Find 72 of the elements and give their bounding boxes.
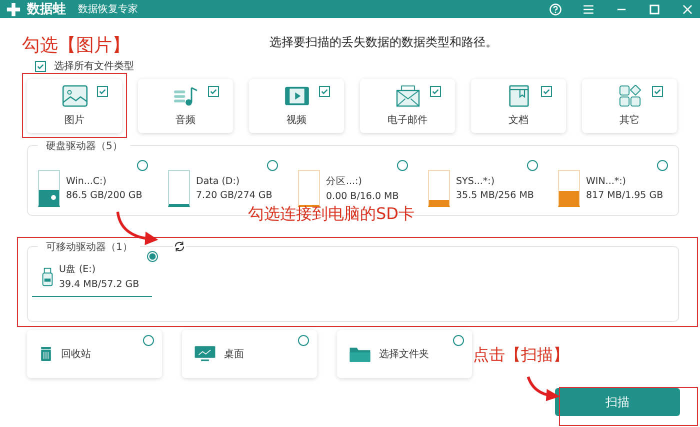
annotation-text: 点击【扫描】	[473, 345, 569, 366]
drive-radio[interactable]	[397, 160, 408, 171]
file-type-label: 电子邮件	[388, 114, 428, 127]
instruction-heading: 选择要扫描的丢失数据的数据类型和路径。	[270, 34, 498, 51]
file-type-label: 视频	[286, 114, 306, 127]
location-label: 桌面	[224, 348, 244, 361]
drive-usage: 7.20 GB/274 GB	[196, 190, 272, 201]
location-label: 选择文件夹	[379, 348, 429, 361]
file-type-checkbox[interactable]	[541, 86, 552, 97]
file-type-card[interactable]: 音频	[138, 79, 233, 133]
file-type-label: 其它	[620, 114, 640, 127]
grid-shapes-icon	[616, 85, 642, 107]
file-type-label: 图片	[64, 114, 84, 127]
maximize-icon[interactable]	[648, 2, 661, 16]
file-type-checkbox[interactable]	[97, 86, 108, 97]
drive-usage: 86.5 GB/200 GB	[66, 190, 142, 201]
drive-radio[interactable]	[147, 251, 158, 262]
file-type-card[interactable]: 视频	[249, 79, 344, 133]
drive-radio[interactable]	[657, 160, 668, 171]
file-type-checkbox[interactable]	[208, 86, 219, 97]
location-label: 回收站	[61, 348, 91, 361]
usb-stick-icon	[42, 266, 53, 286]
refresh-icon[interactable]	[173, 240, 186, 253]
film-icon	[284, 85, 310, 107]
drive-name: Data (D:)	[196, 176, 241, 187]
file-type-card[interactable]: 文档	[471, 79, 566, 133]
usb-drive-item[interactable]: U盘 (E:) 39.4 MB/57.2 GB	[32, 263, 152, 297]
drive-name: 分区...:)	[326, 175, 363, 188]
file-type-checkbox[interactable]	[652, 86, 663, 97]
music-note-icon	[172, 85, 198, 107]
drive-usage: 39.4 MB/57.2 GB	[59, 279, 140, 290]
location-radio[interactable]	[143, 335, 154, 346]
menu-icon[interactable]	[582, 2, 595, 16]
trash-icon	[39, 345, 53, 363]
panel-title: 可移动驱动器（1）	[38, 240, 140, 254]
select-all-label: 选择所有文件类型	[54, 60, 134, 73]
file-type-card[interactable]: 图片	[27, 79, 122, 133]
scan-button[interactable]: 扫描	[555, 388, 680, 416]
drive-name: Win...C:)	[66, 176, 108, 187]
file-type-card[interactable]: 电子邮件	[360, 79, 455, 133]
close-icon[interactable]	[681, 2, 694, 16]
app-subtitle: 数据恢复专家	[78, 2, 138, 16]
drive-name: SYS...*:)	[456, 176, 496, 187]
drive-radio[interactable]	[527, 160, 538, 171]
location-card[interactable]: 桌面	[182, 330, 317, 378]
cross-logo-icon	[6, 2, 21, 16]
panel-title: 硬盘驱动器（5）	[38, 139, 130, 153]
select-all-checkbox[interactable]	[35, 60, 46, 72]
annotation-text: 勾选连接到电脑的SD卡	[248, 204, 414, 225]
file-type-card[interactable]: 其它	[582, 79, 677, 133]
drive-radio[interactable]	[137, 160, 148, 171]
location-card[interactable]: 回收站	[27, 330, 162, 378]
annotation-text: 勾选【图片】	[22, 34, 130, 57]
file-type-label: 音频	[176, 114, 196, 127]
location-radio[interactable]	[453, 335, 464, 346]
monitor-icon	[194, 345, 216, 363]
folder-icon	[349, 345, 371, 363]
drive-usage: 0.00 B/16.0 MB	[326, 191, 399, 202]
file-type-checkbox[interactable]	[319, 86, 330, 97]
drive-usage: 35.5 MB/256 MB	[456, 190, 534, 201]
file-type-label: 文档	[508, 114, 528, 127]
drive-name: U盘 (E:)	[59, 263, 97, 276]
help-icon[interactable]	[549, 2, 562, 16]
location-card[interactable]: 选择文件夹	[337, 330, 472, 378]
app-name: 数据蛙	[27, 1, 66, 18]
picture-icon	[62, 85, 88, 107]
drive-usage: 817 MB/1.95 GB	[586, 190, 664, 201]
location-radio[interactable]	[298, 335, 309, 346]
drive-radio[interactable]	[267, 160, 278, 171]
drive-name: WIN...*:)	[586, 176, 628, 187]
file-type-checkbox[interactable]	[430, 86, 441, 97]
envelope-icon	[394, 85, 420, 107]
